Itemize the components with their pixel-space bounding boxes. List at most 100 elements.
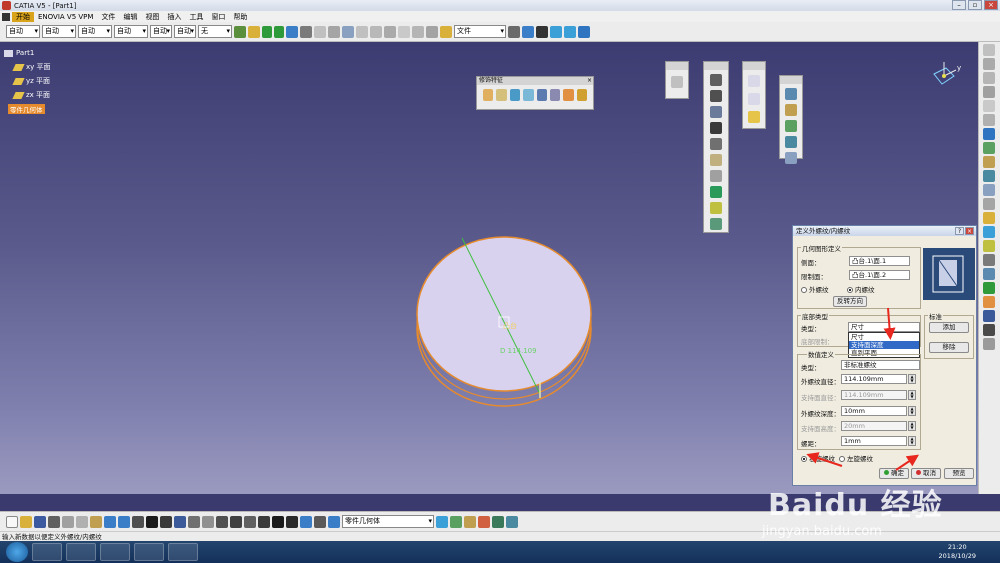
folder-icon[interactable] — [440, 25, 452, 38]
body-tool-icon[interactable] — [328, 515, 340, 528]
settings-icon[interactable] — [536, 25, 548, 38]
zoom-area-icon[interactable] — [300, 25, 312, 38]
layer-icon[interactable] — [300, 515, 312, 528]
formula-icon[interactable] — [426, 25, 438, 38]
new-icon[interactable] — [6, 515, 18, 528]
formula-fx-icon[interactable] — [146, 515, 158, 528]
menu-window[interactable]: 窗口 — [207, 12, 229, 22]
analysis-icon[interactable] — [370, 25, 382, 38]
thread-depth-spinner[interactable]: ▲ ▼ — [908, 406, 916, 416]
graphic-combo-6[interactable]: 自动 — [174, 25, 196, 38]
menu-file[interactable]: 文件 — [97, 12, 119, 22]
remove-standard-button[interactable]: 移除 — [929, 342, 969, 353]
right-thread-option[interactable]: 右旋螺纹 — [801, 453, 835, 463]
support-diameter-spinner[interactable]: ▲ ▼ — [908, 390, 916, 400]
assemble-icon[interactable] — [785, 88, 797, 100]
right-tool-21-icon[interactable] — [983, 324, 995, 336]
taskbar-app-1[interactable] — [32, 543, 62, 561]
catia-menu-icon[interactable] — [2, 12, 10, 21]
swap-icon[interactable] — [328, 25, 340, 38]
outer-diameter-field[interactable]: 114.109mm — [841, 374, 907, 384]
right-tool-17-icon[interactable] — [983, 268, 995, 280]
support-height-spinner[interactable]: ▲ ▼ — [908, 421, 916, 431]
remove-face-icon[interactable] — [563, 89, 574, 101]
body-combo[interactable]: 零件几何体 — [342, 515, 434, 528]
graphic-combo-2[interactable]: 自动 — [42, 25, 76, 38]
view-icon[interactable] — [342, 25, 354, 38]
menu-tools[interactable]: 工具 — [185, 12, 207, 22]
hole-icon[interactable] — [710, 138, 722, 150]
preview-button[interactable]: 预览 — [944, 468, 974, 479]
loft-icon[interactable] — [710, 202, 722, 214]
thread-depth-field[interactable]: 10mm — [841, 406, 907, 416]
axis-icon[interactable] — [230, 515, 242, 528]
right-tool-19-icon[interactable] — [983, 296, 995, 308]
toolbar-close-icon[interactable]: × — [587, 77, 592, 85]
cut-tool-icon[interactable] — [62, 515, 74, 528]
slot-icon[interactable] — [710, 170, 722, 182]
graphic-combo-7[interactable]: 无 — [198, 25, 232, 38]
right-tool-16-icon[interactable] — [983, 254, 995, 266]
shell-icon[interactable] — [523, 89, 534, 101]
boolean-icon[interactable] — [244, 515, 256, 528]
hide-icon[interactable] — [578, 25, 590, 38]
groove-icon[interactable] — [710, 122, 722, 134]
taskbar-app-5[interactable] — [168, 543, 198, 561]
draft-icon[interactable] — [509, 89, 521, 101]
remove-loft-icon[interactable] — [710, 218, 722, 230]
right-tool-3-icon[interactable] — [983, 72, 995, 84]
add-icon[interactable] — [785, 104, 797, 116]
right-tool-6-icon[interactable] — [983, 114, 995, 126]
help-icon[interactable]: ? — [955, 227, 964, 235]
fly-icon[interactable] — [286, 25, 298, 38]
thickness-icon[interactable] — [536, 89, 547, 101]
point-icon[interactable] — [748, 75, 760, 87]
copy-icon[interactable] — [76, 515, 88, 528]
comment-icon[interactable] — [160, 515, 172, 528]
print-icon[interactable] — [48, 515, 60, 528]
menu-start[interactable]: 开始 — [12, 11, 34, 22]
menu-help[interactable]: 帮助 — [229, 12, 251, 22]
side-face-field[interactable]: 凸台.1\面.1 — [849, 256, 910, 266]
maximize-button[interactable]: ▫ — [968, 0, 982, 10]
right-tool-12-icon[interactable] — [983, 198, 995, 210]
outer-thread-option[interactable]: 外螺纹 — [801, 284, 829, 294]
right-tool-22-icon[interactable] — [983, 338, 995, 350]
brush-icon[interactable] — [248, 25, 260, 38]
undo-icon[interactable] — [104, 515, 116, 528]
update-icon[interactable] — [216, 515, 228, 528]
line-icon[interactable] — [748, 93, 760, 105]
menu-insert[interactable]: 插入 — [163, 12, 185, 22]
support-diameter-field[interactable]: 114.109mm — [841, 390, 907, 400]
right-tool-2-icon[interactable] — [983, 58, 995, 70]
publish-icon[interactable] — [436, 515, 448, 528]
chamfer-icon[interactable] — [496, 89, 507, 101]
limit-face-field[interactable]: 凸台.1\面.2 — [849, 270, 910, 280]
right-tool-13-icon[interactable] — [983, 212, 995, 224]
shaft-icon[interactable] — [710, 106, 722, 118]
left-thread-radio[interactable] — [839, 456, 845, 462]
pattern-icon[interactable] — [492, 515, 504, 528]
measure-icon[interactable] — [356, 25, 368, 38]
redo-icon[interactable] — [118, 515, 130, 528]
outer-diameter-spinner[interactable]: ▲ ▼ — [908, 374, 916, 384]
fillet-icon[interactable] — [483, 89, 494, 101]
plane-tool-icon[interactable] — [748, 111, 760, 123]
measure-tool-icon[interactable] — [202, 515, 214, 528]
right-tool-15-icon[interactable] — [983, 240, 995, 252]
right-thread-radio[interactable] — [801, 456, 807, 462]
paint-tool-icon[interactable] — [478, 515, 490, 528]
menu-enovia[interactable]: ENOVIA V5 VPM — [34, 13, 97, 21]
cancel-button[interactable]: 取消 — [911, 468, 941, 479]
cut-icon[interactable] — [508, 25, 520, 38]
taskbar-app-4[interactable] — [134, 543, 164, 561]
paint-icon[interactable] — [234, 25, 246, 38]
reverse-direction-button[interactable]: 反转方向 — [833, 296, 867, 307]
add-standard-button[interactable]: 添加 — [929, 322, 969, 333]
option-size[interactable]: 尺寸 — [849, 333, 919, 341]
taskbar-app-2[interactable] — [66, 543, 96, 561]
right-tool-1-icon[interactable] — [983, 44, 995, 56]
dialog-close-button[interactable]: × — [965, 227, 974, 235]
cube-icon[interactable] — [550, 25, 562, 38]
outer-thread-radio[interactable] — [801, 287, 807, 293]
